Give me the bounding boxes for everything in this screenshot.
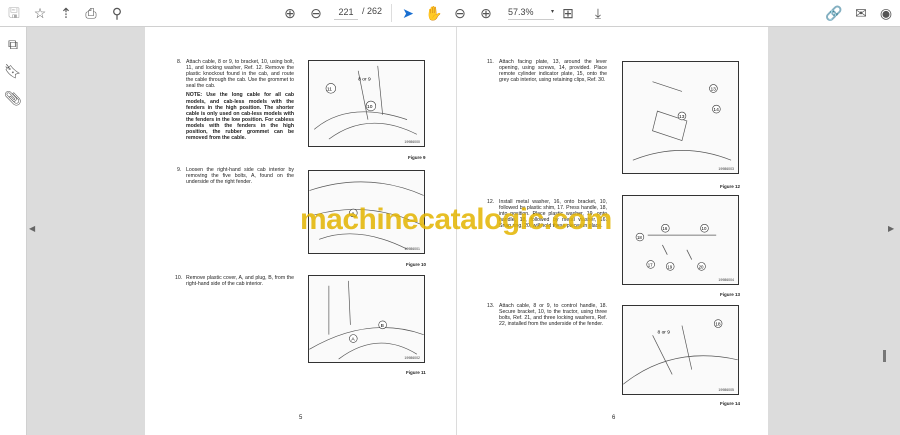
svg-text:B: B [381,323,384,329]
figure-11-caption: Figure 11 [406,370,426,375]
zoom-select[interactable]: 57.3% ▾ [508,5,554,20]
step-8: 8. Attach cable, 8 or 9, to bracket, 10,… [177,59,294,142]
step-9: 9. Loosen the right-hand side cab interi… [177,167,294,186]
left-sidebar: ⧉ 🔖︎ 📎︎ [0,27,27,435]
svg-text:19: 19 [667,264,672,269]
email-icon[interactable]: ✉ [851,4,871,22]
page-total: / 262 [362,6,383,16]
zoom-out-icon[interactable]: ⊖ [450,4,470,22]
next-page-icon[interactable]: ⊖︎ [306,4,326,22]
page-number: 6 [612,415,616,421]
figure-12-image: 13 14 13 19986003 [622,61,739,174]
page-fit-icon[interactable]: ⊞ [558,4,578,22]
scroll-left-arrow[interactable]: ◀ [29,224,35,233]
svg-text:17: 17 [648,262,653,267]
zoom-value: 57.3% [508,7,534,17]
svg-text:18: 18 [715,322,721,328]
print-icon[interactable]: ⎙ [81,4,101,22]
chevron-down-icon: ▾ [550,9,554,15]
svg-text:13: 13 [710,86,716,92]
step-10: 10. Remove plastic cover, A, and plug, B… [175,275,294,288]
svg-text:11: 11 [327,86,332,92]
attachment-icon[interactable]: 📎︎ [3,89,23,107]
svg-text:18: 18 [637,235,642,240]
watermark: machinecatalogic.com [300,203,612,236]
svg-text:8 or 9: 8 or 9 [358,77,371,83]
bookmark-icon[interactable]: 🔖︎ [3,62,23,80]
toolbar: 🖫 ☆ ⇡ ⎙ ⚲ ⊕︎ ⊖︎ 221 / 262 ➤ ✋ ⊖ ⊕ 57.3% ▾… [0,0,900,27]
figure-13-caption: Figure 13 [720,292,741,297]
figure-9-image: 11 8 or 9 10 19986000 [308,60,425,147]
figure-11-image: AB 19986002 [308,275,425,363]
figure-14-image: 8 or 9 18 19986005 [622,305,739,395]
cloud-upload-icon[interactable]: ⇡ [56,4,76,22]
svg-text:10: 10 [367,104,373,110]
figure-14-caption: Figure 14 [720,401,741,406]
page-number: 5 [299,415,303,421]
account-icon[interactable]: ◉ [876,4,896,22]
svg-text:10: 10 [702,226,707,231]
svg-text:20: 20 [699,264,704,269]
figure-13-image: 16 10 18 17 19 20 19986004 [622,195,739,285]
svg-text:13: 13 [679,114,685,120]
share-link-icon[interactable]: 🔗 [824,4,844,22]
scrollbar-thumb[interactable] [883,350,886,362]
page-thumbnails-icon[interactable]: ⧉ [3,35,23,53]
divider [391,4,392,22]
step-13: 13. Attach cable, 8 or 9, to control han… [487,303,607,328]
select-cursor-icon[interactable]: ➤ [398,4,418,22]
figure-12-caption: Figure 12 [720,184,741,189]
svg-text:16: 16 [662,226,667,231]
step-11: 11. Attach facing plate, 13, around the … [487,59,607,84]
bookmark-star-icon[interactable]: ☆ [30,4,50,22]
save-icon[interactable]: 🖫 [4,4,24,22]
svg-text:14: 14 [713,107,719,113]
search-icon[interactable]: ⚲ [107,4,127,22]
figure-9-caption: Figure 9 [408,155,426,160]
scroll-right-arrow[interactable]: ▶ [888,224,894,233]
page-number-input[interactable]: 221 [334,5,358,20]
previous-page-icon[interactable]: ⊕︎ [280,4,300,22]
svg-text:8 or 9: 8 or 9 [658,329,671,335]
scroll-mode-icon[interactable]: ⤓ [588,4,608,22]
note: NOTE: Use the long cable for all cab mod… [186,92,294,142]
zoom-in-icon[interactable]: ⊕ [476,4,496,22]
hand-tool-icon[interactable]: ✋ [424,4,444,22]
figure-10-caption: Figure 10 [406,262,427,267]
